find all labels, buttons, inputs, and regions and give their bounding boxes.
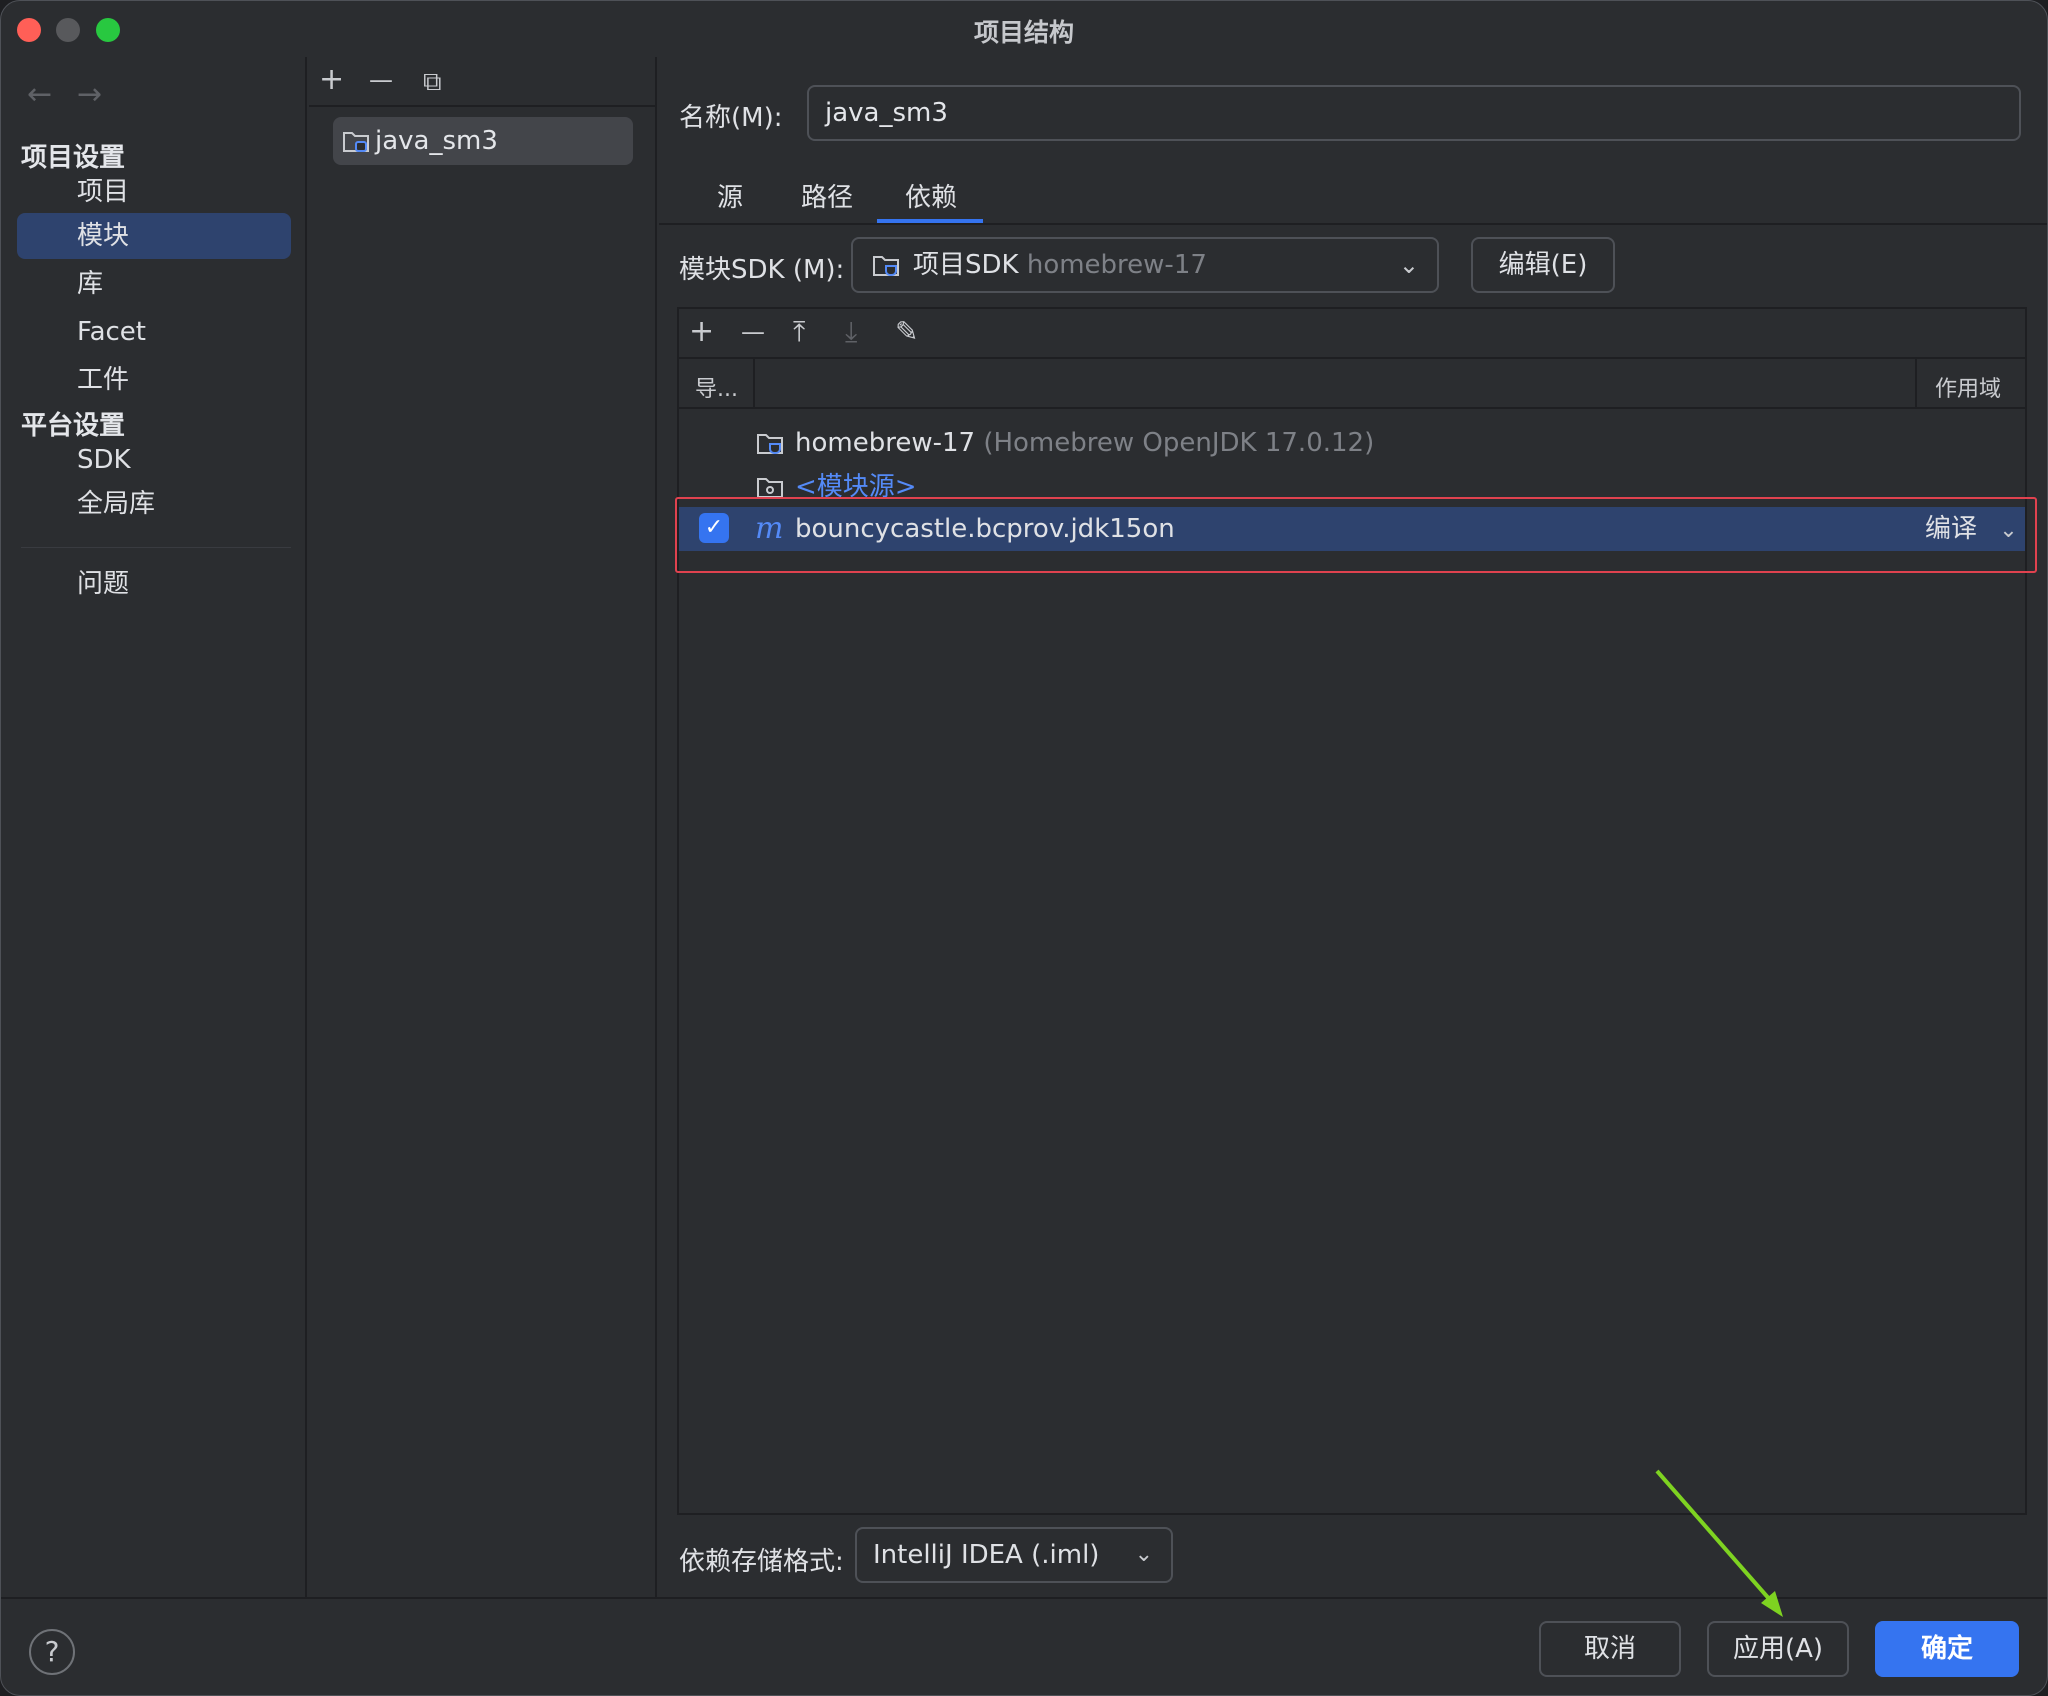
annotation-arrow — [1655, 1469, 1783, 1617]
project-structure-dialog: 项目结构 ← → 项目设置 项目 模块 库 Facet 工件 平台设置 SDK … — [0, 0, 2048, 1696]
